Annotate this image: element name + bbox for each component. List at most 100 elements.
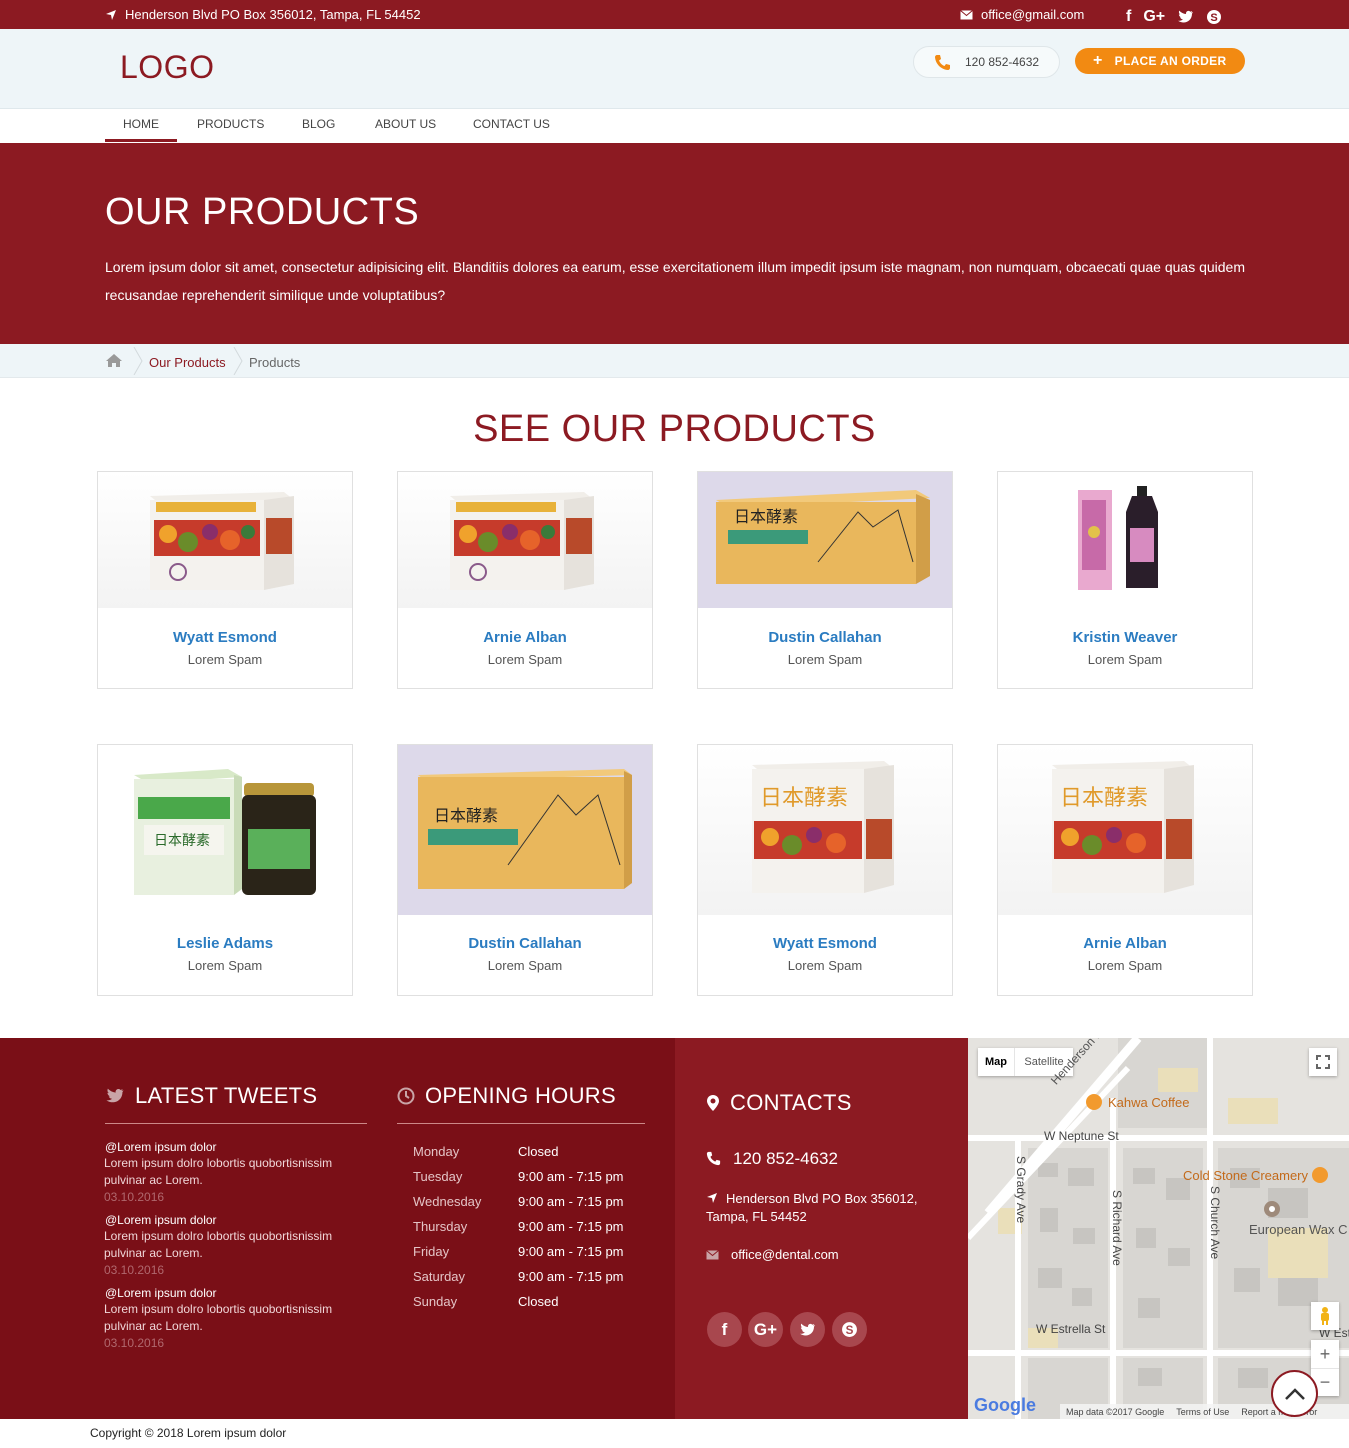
product-subtitle: Lorem Spam — [787, 958, 863, 973]
top-social: f G+ S — [1126, 9, 1222, 25]
product-card[interactable]: 日本酵素 Wyatt Esmond Lorem Spam — [697, 744, 953, 996]
scroll-to-top-button[interactable] — [1271, 1370, 1318, 1417]
product-image[interactable] — [98, 472, 352, 608]
twitter-icon[interactable] — [1177, 10, 1194, 24]
pegman-icon — [1321, 1307, 1329, 1325]
product-image[interactable]: 日本酵素 — [98, 745, 352, 915]
envelope-icon — [706, 1250, 719, 1260]
products-section-title: SEE OUR PRODUCTS — [473, 408, 876, 450]
product-subtitle: Lorem Spam — [1087, 958, 1163, 973]
tweet-body: Lorem ipsum dolro lobortis quobortisniss… — [104, 1302, 333, 1333]
product-name[interactable]: Kristin Weaver — [998, 629, 1252, 646]
hero-text: Lorem ipsum dolor sit amet, consectetur … — [105, 259, 1246, 303]
product-image[interactable]: 日本酵素 — [698, 745, 952, 915]
product-card[interactable]: 日本酵素 Dustin Callahan Lorem Spam — [697, 471, 953, 689]
place-order-label: PLACE AN ORDER — [1114, 54, 1227, 68]
svg-text:日本酵素: 日本酵素 — [734, 507, 798, 526]
contacts-title-text: CONTACTS — [730, 1090, 852, 1115]
nav-blog[interactable]: BLOG — [302, 117, 335, 131]
skype-icon[interactable]: S — [832, 1312, 867, 1347]
product-name[interactable]: Dustin Callahan — [398, 935, 652, 952]
product-name[interactable]: Wyatt Esmond — [698, 935, 952, 952]
map-label-european: European Wax C — [1249, 1222, 1348, 1237]
product-card[interactable]: Wyatt Esmond Lorem Spam — [97, 471, 353, 689]
product-name[interactable]: Arnie Alban — [398, 629, 652, 646]
contact-email[interactable]: office@dental.com — [706, 1247, 839, 1262]
map-data-text: Map data ©2017 Google — [1066, 1406, 1165, 1417]
google-plus-icon[interactable]: G+ — [748, 1312, 783, 1347]
tweet-date: 03.10.2016 — [104, 1336, 165, 1350]
product-card[interactable]: Arnie Alban Lorem Spam — [397, 471, 653, 689]
facebook-icon[interactable]: f — [1126, 9, 1131, 25]
product-card[interactable]: 日本酵素 Leslie Adams Lorem Spam — [97, 744, 353, 996]
product-card[interactable]: 日本酵素 Arnie Alban Lorem Spam — [997, 744, 1253, 996]
product-image[interactable] — [998, 472, 1252, 608]
product-name[interactable]: Arnie Alban — [998, 935, 1252, 952]
tweet-body: Lorem ipsum dolro lobortis quobortisniss… — [104, 1229, 333, 1260]
nav-contact[interactable]: CONTACT US — [473, 117, 550, 131]
breadcrumb-separator — [133, 347, 143, 375]
tweet-handle[interactable]: @Lorem ipsum dolor — [105, 1213, 217, 1227]
product-name[interactable]: Leslie Adams — [98, 935, 352, 952]
twitter-icon[interactable] — [790, 1312, 825, 1347]
hours-time: 9:00 am - 7:15 pm — [518, 1169, 624, 1184]
header-phone-text: 120 852-4632 — [965, 55, 1040, 69]
hours-title-text: OPENING HOURS — [425, 1083, 616, 1108]
hours-day: Friday — [413, 1244, 450, 1259]
hours-day: Wednesday — [413, 1194, 482, 1209]
product-image[interactable]: 日本酵素 — [998, 745, 1252, 915]
contacts-title: CONTACTS — [706, 1090, 852, 1116]
contact-address: Henderson Blvd PO Box 356012, Tampa, FL … — [706, 1190, 936, 1226]
product-subtitle: Lorem Spam — [187, 958, 263, 973]
header-phone[interactable]: 120 852-4632 — [913, 46, 1060, 78]
nav-home[interactable]: HOME — [105, 117, 177, 142]
divider — [105, 1123, 367, 1124]
product-name[interactable]: Wyatt Esmond — [98, 629, 352, 646]
map-terms-link[interactable]: Terms of Use — [1176, 1407, 1229, 1417]
tweet-handle[interactable]: @Lorem ipsum dolor — [105, 1286, 217, 1300]
product-image[interactable]: 日本酵素 — [698, 472, 952, 608]
map-tab-map[interactable]: Map — [978, 1048, 1014, 1076]
contact-address-text: Henderson Blvd PO Box 356012, Tampa, FL … — [706, 1190, 936, 1226]
pegman-button[interactable] — [1311, 1302, 1339, 1330]
tweet-body: Lorem ipsum dolro lobortis quobortisniss… — [104, 1156, 333, 1187]
location-arrow-icon — [707, 1193, 717, 1203]
location-arrow-icon — [106, 9, 116, 20]
place-order-button[interactable]: + PLACE AN ORDER — [1075, 48, 1245, 74]
product-name[interactable]: Dustin Callahan — [698, 629, 952, 646]
breadcrumb-our-products[interactable]: Our Products — [149, 355, 226, 370]
product-card[interactable]: Kristin Weaver Lorem Spam — [997, 471, 1253, 689]
top-email-text: office@gmail.com — [981, 7, 1085, 22]
google-map[interactable]: Map Satellite Henderson Blvd Kahwa Coffe… — [968, 1038, 1349, 1419]
map-label-church: S Church Ave — [1208, 1186, 1222, 1260]
logo[interactable]: LOGO — [120, 49, 214, 86]
phone-icon — [935, 54, 950, 70]
google-plus-icon[interactable]: G+ — [1143, 9, 1165, 25]
tweets-title-text: LATEST TWEETS — [135, 1083, 318, 1108]
hours-day: Sunday — [413, 1294, 458, 1309]
contact-address-value: Henderson Blvd PO Box 356012, Tampa, FL … — [706, 1191, 918, 1224]
svg-text:S: S — [1210, 12, 1217, 24]
header: LOGO 120 852-4632 + PLACE AN ORDER — [0, 29, 1349, 109]
contact-phone[interactable]: 120 852-4632 — [706, 1149, 838, 1169]
map-label-cold-stone: Cold Stone Creamery — [1183, 1168, 1308, 1183]
contact-email-text: office@dental.com — [731, 1247, 839, 1262]
map-label-richard: S Richard Ave — [1110, 1190, 1124, 1266]
top-email[interactable]: office@gmail.com — [960, 7, 1084, 22]
product-card[interactable]: 日本酵素 Dustin Callahan Lorem Spam — [397, 744, 653, 996]
skype-icon[interactable]: S — [1206, 9, 1222, 25]
nav-products[interactable]: PRODUCTS — [197, 117, 264, 131]
home-icon[interactable] — [105, 353, 123, 368]
tweet-handle[interactable]: @Lorem ipsum dolor — [105, 1140, 217, 1154]
hero-banner: OUR PRODUCTS Lorem ipsum dolor sit amet,… — [0, 143, 1349, 344]
map-label-neptune: W Neptune St — [1044, 1129, 1119, 1143]
zoom-in-button[interactable]: + — [1311, 1340, 1339, 1368]
fullscreen-button[interactable] — [1309, 1048, 1337, 1076]
svg-text:日本酵素: 日本酵素 — [760, 786, 848, 811]
nav-about[interactable]: ABOUT US — [375, 117, 436, 131]
product-subtitle: Lorem Spam — [487, 652, 563, 667]
hours-time: 9:00 am - 7:15 pm — [518, 1269, 624, 1284]
product-image[interactable]: 日本酵素 — [398, 745, 652, 915]
facebook-icon[interactable]: f — [707, 1312, 742, 1347]
product-image[interactable] — [398, 472, 652, 608]
